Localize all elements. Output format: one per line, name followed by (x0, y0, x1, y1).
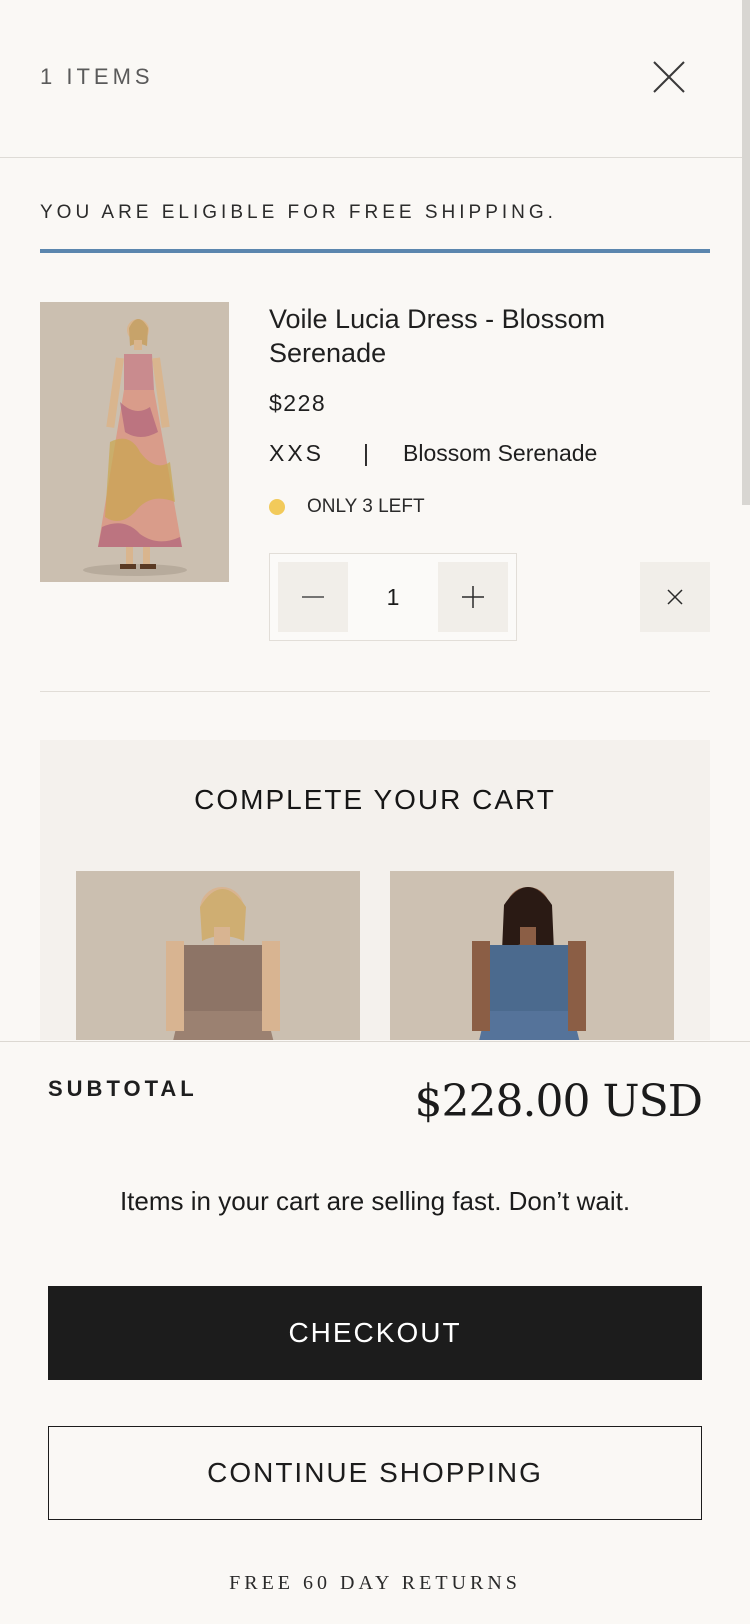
subtotal-label: SUBTOTAL (48, 1076, 198, 1101)
upsell-product-card[interactable] (76, 871, 360, 1040)
decrease-quantity-button[interactable] (278, 562, 348, 632)
brown-floral-smocked-dress-photo (76, 871, 360, 1040)
items-count: 1 ITEMS (40, 64, 154, 89)
subtotal-value: $228.00 USD (414, 1076, 703, 1127)
product-image[interactable] (40, 302, 229, 582)
checkout-button[interactable]: CHECKOUT (48, 1286, 702, 1380)
variant-separator: | (363, 440, 369, 466)
free-returns-message: FREE 60 DAY RETURNS (229, 1572, 521, 1594)
stock-status: ONLY 3 LEFT (269, 496, 425, 518)
shipping-progress-fill (40, 249, 710, 253)
plus-icon (462, 586, 484, 608)
product-title[interactable]: Voile Lucia Dress - Blossom Serenade (269, 302, 689, 370)
blue-floral-smocked-dress-photo (390, 871, 674, 1040)
stock-label: ONLY 3 LEFT (307, 496, 425, 517)
cart-footer: SUBTOTAL $228.00 USD Items in your cart … (0, 1041, 750, 1624)
variant-row: XXS | Blossom Serenade (269, 440, 597, 467)
upsell-product-card[interactable] (390, 871, 674, 1040)
cart-drawer: 1 ITEMS YOU ARE ELIGIBLE FOR FREE SHIPPI… (0, 0, 750, 1624)
complete-your-cart-section: COMPLETE YOUR CART (40, 740, 710, 1040)
product-price: $228 (269, 390, 327, 416)
quantity-stepper: 1 (269, 553, 517, 641)
minus-icon (302, 596, 324, 598)
urgency-message: Items in your cart are selling fast. Don… (119, 1186, 631, 1216)
close-icon (653, 61, 685, 93)
close-icon (667, 589, 683, 605)
shipping-progress-bar (40, 249, 710, 253)
variant-size: XXS (269, 440, 325, 466)
continue-shopping-button[interactable]: CONTINUE SHOPPING (48, 1426, 702, 1520)
close-button[interactable] (648, 56, 690, 98)
upsell-title: COMPLETE YOUR CART (194, 784, 556, 815)
divider (40, 691, 710, 692)
free-shipping-message: YOU ARE ELIGIBLE FOR FREE SHIPPING. (40, 202, 557, 223)
quantity-value[interactable]: 1 (348, 562, 438, 632)
remove-item-button[interactable] (640, 562, 710, 632)
variant-color: Blossom Serenade (403, 440, 598, 466)
low-stock-dot-icon (269, 499, 285, 515)
scrollbar[interactable] (742, 0, 750, 505)
increase-quantity-button[interactable] (438, 562, 508, 632)
dress-photo (40, 302, 229, 582)
cart-header: 1 ITEMS (0, 0, 750, 158)
